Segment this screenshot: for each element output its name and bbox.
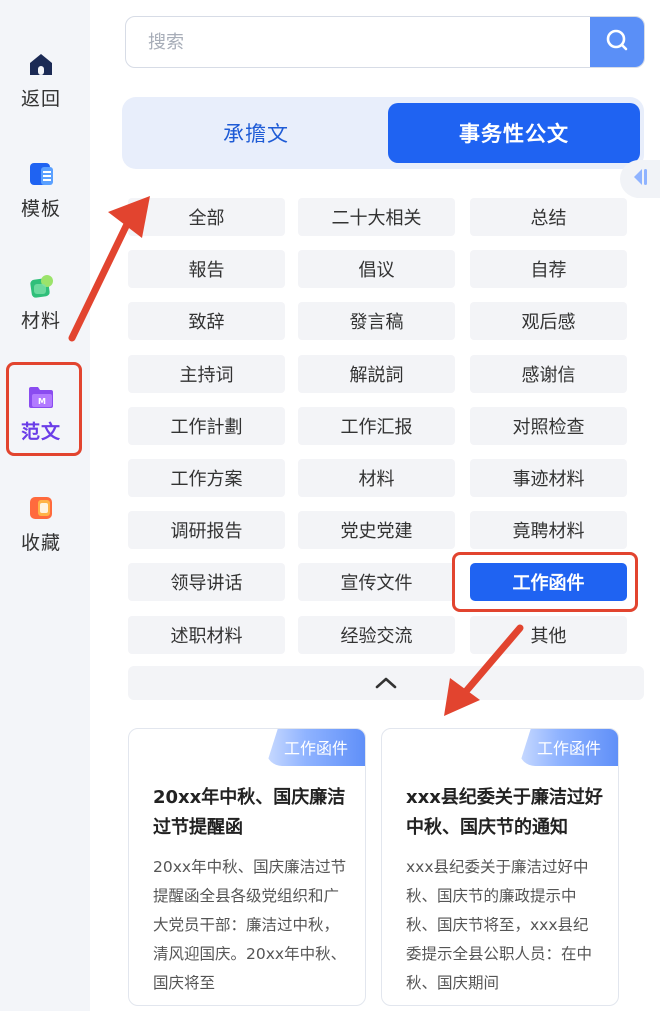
category-item[interactable]: 倡议 — [298, 250, 455, 288]
annotation-highlight-category — [452, 552, 638, 612]
document-card[interactable]: 工作函件 xxx县纪委关于廉洁过好中秋、国庆节的通知 xxx县纪委关于廉洁过好中… — [381, 728, 619, 1006]
search-input[interactable] — [126, 17, 590, 67]
card-badge: 工作函件 — [266, 729, 365, 766]
category-item[interactable]: 宣传文件 — [298, 563, 455, 601]
category-item[interactable]: 工作方案 — [128, 459, 285, 497]
category-item[interactable]: 调研报告 — [128, 511, 285, 549]
material-icon — [27, 272, 55, 300]
category-item[interactable]: 竟聘材料 — [470, 511, 627, 549]
annotation-highlight-sidebar — [6, 362, 82, 456]
category-item[interactable]: 领导讲话 — [128, 563, 285, 601]
category-item[interactable]: 發言稿 — [298, 302, 455, 340]
nav-back-label: 返回 — [20, 87, 61, 110]
category-item[interactable]: 全部 — [128, 198, 285, 236]
tab-undertaking[interactable]: 承擔文 — [128, 103, 384, 163]
main-panel: 承擔文 事务性公文 全部二十大相关总结報告倡议自荐致辞發言稿观后感主持词解説詞感… — [90, 0, 660, 1011]
card-badge: 工作函件 — [519, 729, 618, 766]
category-item[interactable]: 其他 — [470, 616, 627, 654]
category-item[interactable]: 经验交流 — [298, 616, 455, 654]
category-item[interactable]: 主持词 — [128, 355, 285, 393]
category-item[interactable]: 党史党建 — [298, 511, 455, 549]
category-item[interactable]: 总结 — [470, 198, 627, 236]
chevron-left-icon — [630, 166, 650, 192]
category-item[interactable]: 观后感 — [470, 302, 627, 340]
sidebar: 返回 模板 材料 M 范文 收藏 — [0, 0, 90, 1011]
chevron-up-icon — [374, 674, 398, 693]
category-item[interactable]: 工作計劃 — [128, 407, 285, 445]
collapse-side-panel-handle[interactable] — [620, 160, 660, 198]
nav-material-label: 材料 — [20, 309, 61, 332]
category-item[interactable]: 報告 — [128, 250, 285, 288]
nav-material[interactable]: 材料 — [0, 266, 82, 338]
category-item[interactable]: 解説詞 — [298, 355, 455, 393]
category-item[interactable]: 述职材料 — [128, 616, 285, 654]
card-title: xxx县纪委关于廉洁过好中秋、国庆节的通知 — [406, 787, 603, 838]
category-item[interactable]: 对照检查 — [470, 407, 627, 445]
card-title: 20xx年中秋、国庆廉洁过节提醒函 — [153, 787, 346, 838]
category-item[interactable]: 致辞 — [128, 302, 285, 340]
search-button[interactable] — [590, 17, 644, 67]
search-bar — [125, 16, 645, 68]
card-description: 20xx年中秋、国庆廉洁过节提醒函全县各级党组织和广大党员干部：廉洁过中秋，清风… — [153, 858, 347, 992]
nav-back[interactable]: 返回 — [0, 44, 82, 116]
template-icon — [27, 160, 55, 188]
collapse-categories-button[interactable] — [128, 666, 644, 700]
search-icon — [604, 27, 630, 57]
category-item[interactable]: 自荐 — [470, 250, 627, 288]
favorites-icon — [27, 494, 55, 522]
nav-template[interactable]: 模板 — [0, 154, 82, 226]
home-icon — [27, 50, 55, 78]
category-item[interactable]: 二十大相关 — [298, 198, 455, 236]
document-card[interactable]: 工作函件 20xx年中秋、国庆廉洁过节提醒函 20xx年中秋、国庆廉洁过节提醒函… — [128, 728, 366, 1006]
category-item[interactable]: 工作汇报 — [298, 407, 455, 445]
nav-favorites[interactable]: 收藏 — [0, 488, 82, 560]
card-description: xxx县纪委关于廉洁过好中秋、国庆节的廉政提示中秋、国庆节将至，xxx县纪委提示… — [406, 858, 593, 992]
tab-administrative-docs[interactable]: 事务性公文 — [388, 103, 640, 163]
category-item[interactable]: 事迹材料 — [470, 459, 627, 497]
tab-bar: 承擔文 事务性公文 — [122, 97, 644, 169]
nav-favorites-label: 收藏 — [20, 531, 61, 554]
category-item[interactable]: 材料 — [298, 459, 455, 497]
category-item[interactable]: 感谢信 — [470, 355, 627, 393]
nav-template-label: 模板 — [20, 197, 61, 220]
